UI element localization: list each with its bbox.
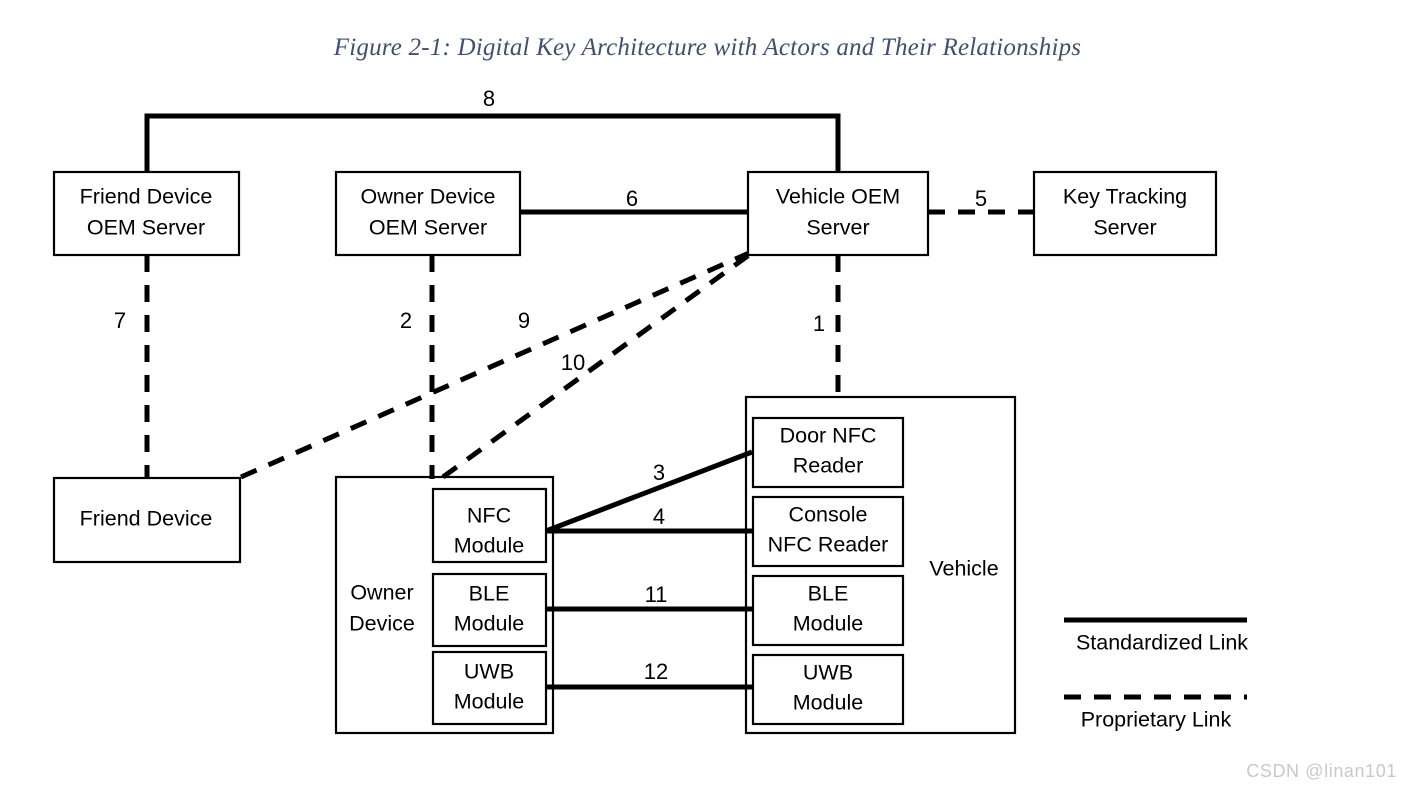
legend-item-standardized: Standardized Link bbox=[1064, 617, 1248, 655]
vehicle-oem-server-label-line1: Vehicle OEM bbox=[776, 185, 900, 209]
friend-device-label: Friend Device bbox=[80, 507, 213, 531]
link-2-label: 2 bbox=[400, 308, 412, 333]
owner-ble-module[interactable]: BLE Module bbox=[431, 572, 548, 648]
door-nfc-reader[interactable]: Door NFC Reader bbox=[751, 416, 905, 489]
owner-device-label-line2: Device bbox=[349, 612, 415, 636]
owner-uwb-module-label-line2: Module bbox=[454, 690, 525, 714]
link-6: 6 bbox=[519, 186, 749, 215]
link-5: 5 bbox=[928, 186, 1034, 215]
legend: Standardized Link Proprietary Link bbox=[1064, 617, 1248, 732]
owner-nfc-module-label-line1: NFC bbox=[467, 504, 511, 528]
owner-uwb-module[interactable]: UWB Module bbox=[431, 650, 548, 726]
vehicle-label: Vehicle bbox=[929, 557, 998, 581]
vehicle-ble-module-label-line1: BLE bbox=[808, 582, 849, 606]
link-11-label: 11 bbox=[645, 582, 668, 607]
friend-device-oem-server[interactable]: Friend Device OEM Server bbox=[52, 170, 241, 257]
vehicle-ble-module[interactable]: BLE Module bbox=[751, 574, 905, 647]
link-4-label: 4 bbox=[653, 504, 665, 529]
owner-nfc-module[interactable]: NFC Module bbox=[431, 487, 548, 564]
key-tracking-server-label-line2: Server bbox=[1093, 216, 1156, 240]
link-12-label: 12 bbox=[644, 659, 668, 684]
link-1: 1 bbox=[813, 255, 841, 397]
owner-ble-module-label-line2: Module bbox=[454, 612, 525, 636]
friend-device[interactable]: Friend Device bbox=[52, 476, 242, 564]
legend-item-proprietary: Proprietary Link bbox=[1064, 694, 1247, 732]
owner-device-oem-server-label-line1: Owner Device bbox=[360, 185, 495, 209]
friend-device-oem-server-label-line1: Friend Device bbox=[80, 185, 213, 209]
door-nfc-reader-label-line1: Door NFC bbox=[780, 424, 877, 448]
owner-device-oem-server-label-line2: OEM Server bbox=[369, 216, 487, 240]
link-8-label: 8 bbox=[483, 86, 495, 111]
watermark: CSDN @linan101 bbox=[1246, 761, 1397, 781]
link-3: 3 bbox=[545, 449, 753, 534]
key-tracking-server-label-line1: Key Tracking bbox=[1063, 185, 1187, 209]
link-10-label: 10 bbox=[561, 350, 585, 375]
vehicle-oem-server-label-line2: Server bbox=[806, 216, 869, 240]
link-3-line bbox=[545, 449, 753, 534]
vehicle-ble-module-label-line2: Module bbox=[793, 612, 864, 636]
link-5-label: 5 bbox=[975, 186, 987, 211]
door-nfc-reader-label-line2: Reader bbox=[793, 454, 864, 478]
legend-standardized-label: Standardized Link bbox=[1076, 631, 1248, 655]
owner-device-label-line1: Owner bbox=[350, 581, 413, 605]
vehicle-uwb-module-label-line1: UWB bbox=[803, 661, 853, 685]
link-9-label: 9 bbox=[518, 308, 530, 333]
owner-ble-module-label-line1: BLE bbox=[469, 582, 510, 606]
console-nfc-reader-label-line1: Console bbox=[789, 503, 868, 527]
friend-device-oem-server-label-line2: OEM Server bbox=[87, 216, 205, 240]
key-tracking-server[interactable]: Key Tracking Server bbox=[1032, 170, 1218, 257]
link-2: 2 bbox=[400, 255, 435, 479]
link-7: 7 bbox=[114, 255, 150, 489]
vehicle-uwb-module[interactable]: UWB Module bbox=[751, 653, 905, 726]
legend-proprietary-label: Proprietary Link bbox=[1081, 708, 1232, 732]
link-7-label: 7 bbox=[114, 308, 126, 333]
owner-device-oem-server[interactable]: Owner Device OEM Server bbox=[334, 170, 522, 257]
link-12: 12 bbox=[546, 659, 755, 690]
link-8-line bbox=[144, 113, 841, 172]
link-9-line bbox=[239, 250, 751, 480]
console-nfc-reader-label-line2: NFC Reader bbox=[768, 533, 889, 557]
link-11: 11 bbox=[546, 582, 755, 612]
digital-key-architecture-diagram: 8 6 5 7 2 1 9 10 3 4 11 12 Owner Device … bbox=[52, 86, 1248, 735]
link-9: 9 bbox=[239, 250, 751, 480]
vehicle-uwb-module-label-line2: Module bbox=[793, 691, 864, 715]
vehicle-oem-server[interactable]: Vehicle OEM Server bbox=[746, 170, 930, 257]
link-3-label: 3 bbox=[653, 460, 665, 485]
link-6-label: 6 bbox=[626, 186, 638, 211]
link-8: 8 bbox=[144, 86, 841, 172]
owner-nfc-module-label-line2: Module bbox=[454, 534, 525, 558]
link-1-label: 1 bbox=[813, 311, 825, 336]
owner-uwb-module-label-line1: UWB bbox=[464, 660, 514, 684]
console-nfc-reader[interactable]: Console NFC Reader bbox=[751, 495, 905, 568]
